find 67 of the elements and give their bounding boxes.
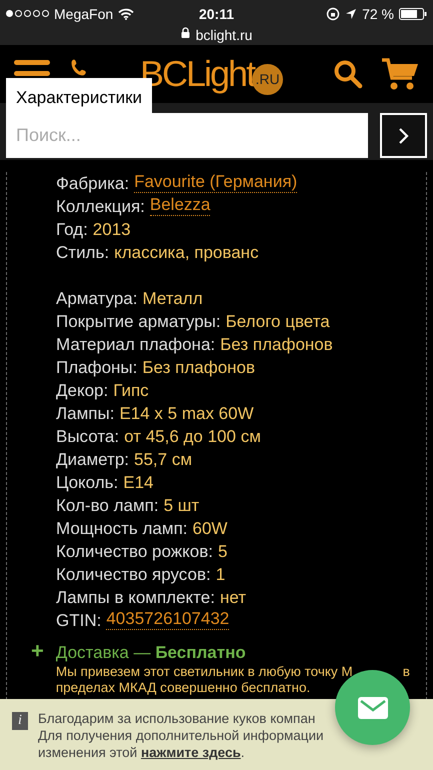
spec-label: Год: bbox=[56, 219, 88, 241]
lock-icon bbox=[180, 27, 190, 38]
spec-label: Стиль: bbox=[56, 242, 110, 264]
battery-icon bbox=[398, 8, 427, 20]
carrier-name: MegaFon bbox=[54, 6, 114, 22]
spec-value: классика, прованс bbox=[114, 242, 259, 264]
spec-label: Арматура: bbox=[56, 288, 138, 310]
spec-value: 5 bbox=[218, 541, 228, 563]
cookie-text: Для получения дополнительной информации bbox=[38, 727, 324, 744]
signal-icon bbox=[6, 10, 49, 17]
spec-label: Лампы в комплекте: bbox=[56, 587, 215, 609]
spec-value: от 45,6 до 100 см bbox=[124, 426, 261, 448]
spec-value: E14 x 5 max 60W bbox=[119, 403, 254, 425]
cart-icon[interactable] bbox=[381, 57, 419, 91]
delivery-text: в bbox=[402, 664, 410, 680]
spec-value: 60W bbox=[192, 518, 228, 540]
spec-label: Покрытие арматуры: bbox=[56, 311, 221, 333]
spec-value: Без плафонов bbox=[220, 334, 333, 356]
cookie-link[interactable]: нажмите здесь bbox=[140, 745, 241, 760]
spec-label: Мощность ламп: bbox=[56, 518, 188, 540]
spec-value: нет bbox=[220, 587, 246, 609]
delivery-text: Мы привезем этот светильник в любую точку М bbox=[56, 664, 353, 680]
spec-label: Коллекция: bbox=[56, 196, 145, 218]
page-url[interactable]: bclight.ru bbox=[196, 27, 252, 43]
menu-icon[interactable] bbox=[14, 58, 52, 77]
spec-value: Гипс bbox=[113, 380, 149, 402]
rotation-lock-icon bbox=[326, 6, 340, 20]
spec-label: Количество рожков: bbox=[56, 541, 213, 563]
wifi-icon bbox=[118, 8, 134, 20]
envelope-icon bbox=[358, 696, 388, 718]
spec-value: 55,7 см bbox=[134, 449, 192, 471]
spec-label: Плафоны: bbox=[56, 357, 138, 379]
spec-label: Лампы: bbox=[56, 403, 114, 425]
spec-value: E14 bbox=[123, 472, 154, 494]
spec-label: Материал плафона: bbox=[56, 334, 216, 356]
search-field[interactable]: Поиск... bbox=[6, 113, 368, 158]
spec-link[interactable]: Belezza bbox=[150, 195, 210, 216]
location-arrow-icon bbox=[345, 8, 358, 20]
spec-label: GTIN: bbox=[56, 610, 102, 632]
status-time: 20:11 bbox=[198, 6, 234, 22]
spec-value: Металл bbox=[142, 288, 203, 310]
expand-icon[interactable]: + bbox=[31, 641, 44, 661]
battery-percent: 72 % bbox=[362, 6, 394, 22]
spec-label: Диаметр: bbox=[56, 449, 130, 471]
delivery-text: пределах МКАД совершенно бесплатно. bbox=[56, 680, 312, 696]
spec-label: Декор: bbox=[56, 380, 108, 402]
info-icon: i bbox=[12, 712, 28, 730]
spec-label: Цоколь: bbox=[56, 472, 118, 494]
spec-link[interactable]: Favourite (Германия) bbox=[134, 172, 298, 193]
spec-label: Высота: bbox=[56, 426, 120, 448]
spec-label: Фабрика: bbox=[56, 173, 130, 195]
spec-value: 2013 bbox=[92, 219, 131, 241]
search-submit-button[interactable] bbox=[380, 113, 427, 158]
spec-label: Кол-во ламп: bbox=[56, 495, 159, 517]
section-tab[interactable]: Характеристики bbox=[6, 78, 152, 113]
delivery-heading[interactable]: Доставка — Бесплатно bbox=[56, 641, 410, 664]
phone-icon[interactable] bbox=[70, 58, 89, 77]
spec-value: 1 bbox=[216, 564, 226, 586]
spec-value: Без плафонов bbox=[142, 357, 256, 379]
spec-value: 5 шт bbox=[164, 495, 200, 517]
search-icon[interactable] bbox=[333, 59, 363, 89]
spec-label: Количество ярусов: bbox=[56, 564, 211, 586]
chevron-right-icon bbox=[398, 126, 410, 144]
spec-link[interactable]: 4035726107432 bbox=[106, 609, 230, 630]
cookie-text: изменения этой нажмите здесь. bbox=[38, 744, 246, 761]
cookie-text: Благодарим за использование куков компан bbox=[38, 710, 316, 727]
spec-value: Белого цвета bbox=[226, 311, 330, 333]
